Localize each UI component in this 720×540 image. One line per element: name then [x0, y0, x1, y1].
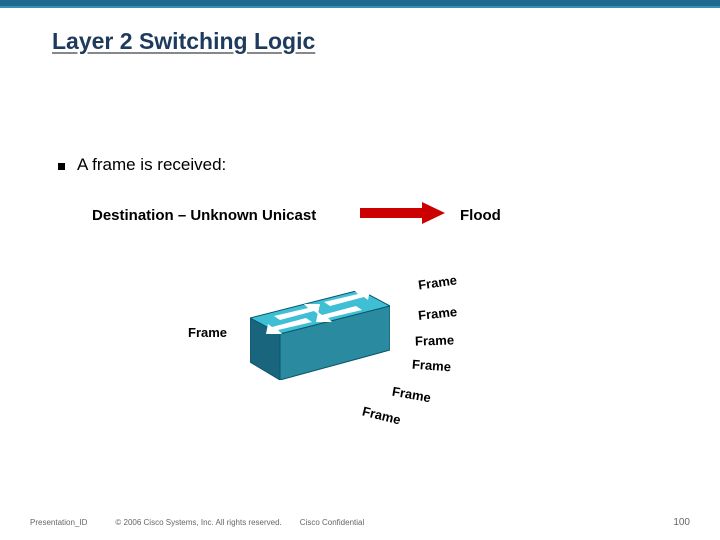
frame-label-left: Frame	[188, 325, 227, 340]
flood-arrow-icon	[360, 202, 445, 224]
footer-page-number: 100	[673, 517, 690, 528]
top-bar	[0, 0, 720, 8]
flood-label: Flood	[460, 207, 501, 224]
slide-title: Layer 2 Switching Logic	[52, 28, 315, 55]
frame-label-out-2: Frame	[417, 304, 457, 323]
switch-icon	[250, 290, 390, 380]
bullet-square-icon	[58, 163, 65, 170]
footer-copyright: © 2006 Cisco Systems, Inc. All rights re…	[115, 518, 281, 527]
frame-label-out-3: Frame	[415, 332, 455, 348]
destination-heading: Destination – Unknown Unicast	[92, 207, 316, 224]
footer-confidential: Cisco Confidential	[300, 518, 364, 527]
frame-label-out-1: Frame	[417, 272, 458, 292]
bullet-text: A frame is received:	[77, 155, 226, 175]
frame-label-out-5: Frame	[391, 384, 432, 406]
frame-label-out-4: Frame	[412, 357, 452, 375]
footer-presentation-id: Presentation_ID	[30, 518, 87, 527]
frame-label-out-6: Frame	[361, 404, 403, 428]
bullet-line: A frame is received:	[58, 155, 226, 175]
footer: Presentation_ID © 2006 Cisco Systems, In…	[0, 517, 720, 528]
